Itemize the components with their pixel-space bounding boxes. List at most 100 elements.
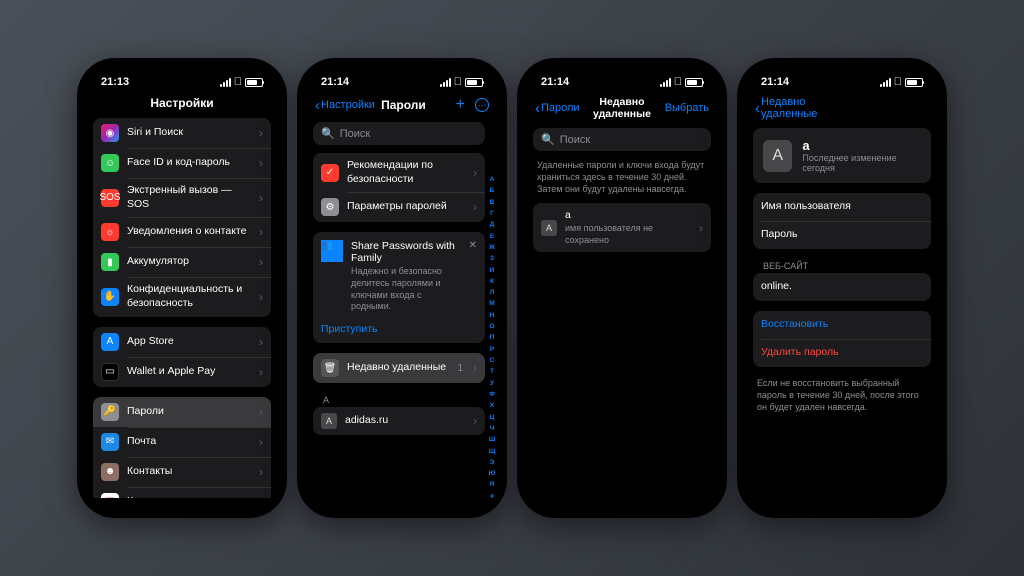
chevron-right-icon: › [259, 290, 263, 304]
status-time: 21:14 [541, 76, 569, 88]
signal-icon [220, 78, 231, 87]
row-site-adidas[interactable]: Aadidas.ru› [313, 407, 485, 435]
battery-icon [905, 78, 923, 87]
chevron-right-icon: › [699, 221, 703, 235]
row-website[interactable]: online. [753, 273, 931, 301]
row-password[interactable]: Пароль [753, 221, 931, 249]
chevron-right-icon: › [259, 365, 263, 379]
section-header-a: A [313, 393, 485, 407]
family-icon: 👥 [321, 240, 343, 262]
search-icon: 🔍 [321, 127, 335, 140]
chevron-left-icon: ‹ [315, 98, 320, 113]
siri-icon: ◉ [101, 124, 119, 142]
row-password-options[interactable]: ⚙Параметры паролей› [313, 192, 485, 222]
battery-icon [245, 78, 263, 87]
add-button[interactable]: + [456, 96, 465, 114]
dynamic-island [596, 67, 648, 83]
row-passwords[interactable]: 🔑Пароли› [93, 397, 271, 427]
back-button[interactable]: ‹Недавно удаленные [755, 96, 817, 120]
select-button[interactable]: Выбрать [665, 102, 709, 114]
chevron-right-icon: › [473, 200, 477, 214]
row-sos[interactable]: SOSЭкстренный вызов — SOS› [93, 178, 271, 217]
deleted-info-text: Удаленные пароли и ключи входа будут хра… [533, 159, 711, 203]
chevron-left-icon: ‹ [535, 101, 540, 116]
chevron-right-icon: › [473, 361, 477, 375]
signal-icon [440, 78, 451, 87]
site-icon: A [321, 413, 337, 429]
dynamic-island [816, 67, 868, 83]
chevron-right-icon: › [259, 435, 263, 449]
page-title: Недавно удаленные [593, 96, 651, 120]
dynamic-island [376, 67, 428, 83]
search-icon: 🔍 [541, 133, 555, 146]
detail-title: a [802, 138, 921, 153]
phone-4-detail: 21:14 􀙇 ‹Недавно удаленные A a Последнее… [737, 58, 947, 518]
search-input[interactable]: 🔍Поиск [313, 122, 485, 145]
wifi-icon: 􀙇 [894, 76, 902, 88]
chevron-right-icon: › [259, 126, 263, 140]
calendar-icon: ▦ [101, 493, 119, 498]
chevron-right-icon: › [259, 156, 263, 170]
phone-3-deleted: 21:14 􀙇 ‹Пароли Недавно удаленные Выбрат… [517, 58, 727, 518]
close-icon[interactable]: ✕ [469, 240, 477, 251]
shield-icon: ✓ [321, 164, 339, 182]
chevron-right-icon: › [259, 465, 263, 479]
back-button[interactable]: ‹Настройки [315, 98, 375, 113]
dynamic-island [156, 67, 208, 83]
row-calendar[interactable]: ▦Календарь› [93, 487, 271, 498]
chevron-right-icon: › [259, 495, 263, 498]
row-siri[interactable]: ◉Siri и Поиск› [93, 118, 271, 148]
page-title: Пароли [375, 98, 432, 112]
row-contacts[interactable]: ☻Контакты› [93, 457, 271, 487]
key-icon: 🔑 [101, 403, 119, 421]
row-mail[interactable]: ✉Почта› [93, 427, 271, 457]
row-wallet[interactable]: ▭Wallet и Apple Pay› [93, 357, 271, 387]
row-appstore[interactable]: AApp Store› [93, 327, 271, 357]
row-battery[interactable]: ▮Аккумулятор› [93, 247, 271, 277]
signal-icon [880, 78, 891, 87]
search-input[interactable]: 🔍Поиск [533, 128, 711, 151]
row-recently-deleted[interactable]: 🗑Недавно удаленные1› [313, 353, 485, 383]
wallet-icon: ▭ [101, 363, 119, 381]
row-exposure[interactable]: ☼Уведомления о контакте› [93, 217, 271, 247]
privacy-icon: ✋ [101, 288, 119, 306]
signal-icon [660, 78, 671, 87]
row-deleted-item[interactable]: A aимя пользователя не сохранено › [533, 203, 711, 252]
mail-icon: ✉ [101, 433, 119, 451]
restore-button[interactable]: Восстановить [753, 311, 931, 339]
exposure-icon: ☼ [101, 223, 119, 241]
row-username[interactable]: Имя пользователя [753, 193, 931, 221]
chevron-right-icon: › [259, 225, 263, 239]
appstore-icon: A [101, 333, 119, 351]
back-button[interactable]: ‹Пароли [535, 101, 593, 116]
battery-icon [685, 78, 703, 87]
detail-subtitle: Последнее изменение сегодня [802, 153, 921, 173]
page-title: Настройки [150, 96, 213, 110]
phone-1-settings: 21:13 􀙇 Настройки ◉Siri и Поиск› ☺Face I… [77, 58, 287, 518]
status-time: 21:14 [321, 76, 349, 88]
delete-button[interactable]: Удалить пароль [753, 339, 931, 367]
battery-icon: ▮ [101, 253, 119, 271]
chevron-left-icon: ‹ [755, 101, 760, 116]
alpha-index[interactable]: АБВГДЕЖЗИКЛМНОПРСТУФХЦЧШЩЭЮЯ# [487, 176, 497, 500]
row-faceid[interactable]: ☺Face ID и код-пароль› [93, 148, 271, 178]
chevron-right-icon: › [259, 405, 263, 419]
trash-icon: 🗑 [321, 359, 339, 377]
section-website: ВЕБ-САЙТ [753, 259, 931, 273]
detail-site-icon: A [763, 140, 792, 172]
wifi-icon: 􀙇 [234, 76, 242, 88]
detail-footer-text: Если не восстановить выбранный пароль в … [753, 377, 931, 421]
faceid-icon: ☺ [101, 154, 119, 172]
more-button[interactable]: ⋯ [475, 98, 489, 112]
battery-icon [465, 78, 483, 87]
wifi-icon: 􀙇 [674, 76, 682, 88]
share-family-card: 👥 Share Passwords with Family Надежно и … [313, 232, 485, 343]
row-security-recs[interactable]: ✓Рекомендации по безопасности› [313, 153, 485, 192]
wifi-icon: 􀙇 [454, 76, 462, 88]
contacts-icon: ☻ [101, 463, 119, 481]
row-privacy[interactable]: ✋Конфиденциальность и безопасность› [93, 277, 271, 316]
chevron-right-icon: › [473, 166, 477, 180]
share-start-button[interactable]: Приступить [321, 323, 477, 335]
chevron-right-icon: › [259, 191, 263, 205]
gear-icon: ⚙ [321, 198, 339, 216]
